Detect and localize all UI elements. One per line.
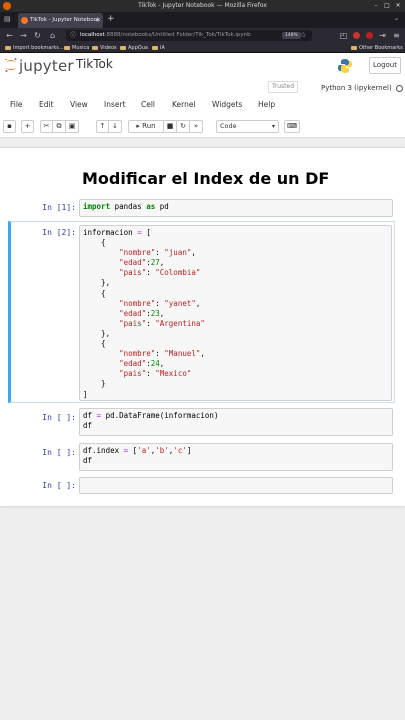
minimize-icon[interactable]: –: [372, 2, 380, 10]
firefox-icon: [3, 2, 11, 10]
extensions-icon[interactable]: ⇥: [377, 30, 388, 41]
os-titlebar: TikTok - Jupyter Notebook — Mozilla Fire…: [0, 0, 405, 12]
notebook-name[interactable]: TikTok: [76, 57, 113, 71]
browser-tabstrip: ▤ TikTok - Jupyter Notebook ✕ + ⌄: [0, 12, 405, 28]
code-input[interactable]: df.index = ['a','b','c'] df: [79, 443, 393, 471]
firefox-view-icon[interactable]: ▤: [4, 15, 11, 23]
bookmark-star-icon[interactable]: ☆: [300, 30, 306, 41]
menu-file[interactable]: File: [10, 100, 23, 109]
cut-icon[interactable]: ✂: [40, 120, 53, 133]
save-icon[interactable]: ▪: [3, 120, 16, 133]
code-cell[interactable]: In [ ]:: [8, 477, 395, 495]
reload-icon[interactable]: ↻: [32, 30, 43, 41]
url-bar[interactable]: ⓘ localhost:8888/notebooks/Untitled Fold…: [66, 30, 312, 41]
notebook-toolbar: ▪ + ✂ ⧉ ▣ ↑ ↓ ▸ Run ■ ↻ » Code ▾ ⌨: [0, 114, 405, 138]
cell-prompt: In [ ]:: [42, 413, 76, 422]
paste-icon[interactable]: ▣: [66, 120, 79, 133]
run-button[interactable]: ▸ Run: [128, 120, 164, 133]
bookmark-item[interactable]: IA: [152, 43, 165, 53]
window-title: TikTok - Jupyter Notebook — Mozilla Fire…: [138, 2, 267, 9]
cell-type-value: Code: [220, 122, 237, 130]
code-input[interactable]: informacion = [ { "nombre": "juan", "eda…: [79, 225, 392, 401]
move-up-icon[interactable]: ↑: [96, 120, 109, 133]
tab-list-icon[interactable]: ⌄: [394, 15, 399, 22]
chevron-down-icon: ▾: [271, 123, 275, 130]
code-cell[interactable]: In [ ]: df.index = ['a','b','c'] df: [8, 443, 395, 471]
kernel-indicator-icon: [396, 85, 403, 92]
zoom-level[interactable]: 148%: [282, 32, 301, 39]
code-line: import pandas as pd: [83, 202, 169, 211]
copy-icon[interactable]: ⧉: [53, 120, 66, 133]
url-path: :8888/notebooks/Untitled Folder/Tik_Tok/…: [104, 32, 251, 38]
bookmark-item[interactable]: Musica: [64, 43, 89, 53]
code-cell[interactable]: In [1]: import pandas as pd: [8, 199, 395, 219]
browser-tab-active[interactable]: TikTok - Jupyter Notebook ✕: [18, 13, 103, 28]
jupyter-wordmark[interactable]: jupyter: [19, 57, 74, 75]
close-window-icon[interactable]: ✕: [394, 2, 402, 10]
kernel-status-row: Trusted Python 3 (ipykernel): [0, 78, 405, 96]
interrupt-icon[interactable]: ■: [164, 120, 177, 133]
cell-prompt: In [ ]:: [42, 481, 76, 490]
menu-cell[interactable]: Cell: [141, 100, 155, 109]
insert-cell-below-icon[interactable]: +: [21, 120, 34, 133]
command-palette-icon[interactable]: ⌨: [284, 120, 300, 133]
app-menu-icon[interactable]: ≡: [391, 30, 402, 41]
code-input[interactable]: df = pd.DataFrame(informacion) df: [79, 408, 393, 436]
page-info-icon[interactable]: ⓘ: [70, 30, 76, 41]
bookmark-item[interactable]: AppQua: [120, 43, 148, 53]
tab-title: TikTok - Jupyter Notebook: [30, 17, 101, 23]
back-icon[interactable]: ←: [4, 30, 15, 41]
menubar: File Edit View Insert Cell Kernel Widget…: [0, 96, 405, 114]
bookmark-item[interactable]: Videos: [92, 43, 117, 53]
pocket-icon[interactable]: ◰: [338, 30, 349, 41]
extension-icon-2[interactable]: [366, 32, 373, 39]
browser-navbar: ← → ↻ ⌂ ⓘ localhost:8888/notebooks/Untit…: [0, 28, 405, 43]
jupyter-logo-icon[interactable]: [4, 57, 18, 73]
cell-type-select[interactable]: Code ▾: [216, 120, 279, 133]
code-cell-selected[interactable]: In [2]: informacion = [ { "nombre": "jua…: [8, 221, 395, 403]
menu-kernel[interactable]: Kernel: [172, 100, 196, 109]
menu-view[interactable]: View: [70, 100, 88, 109]
cell-prompt: In [2]:: [42, 228, 76, 237]
code-input[interactable]: [79, 477, 393, 494]
menu-edit[interactable]: Edit: [39, 100, 54, 109]
kernel-name[interactable]: Python 3 (ipykernel): [321, 84, 392, 92]
cell-prompt: In [1]:: [42, 203, 76, 212]
logout-button[interactable]: Logout: [369, 57, 401, 74]
cell-prompt: In [ ]:: [42, 448, 76, 457]
home-icon[interactable]: ⌂: [47, 30, 58, 41]
new-tab-icon[interactable]: +: [107, 12, 115, 26]
other-bookmarks[interactable]: Other Bookmarks: [351, 43, 403, 53]
code-cell[interactable]: In [ ]: df = pd.DataFrame(informacion) df: [8, 408, 395, 436]
bookmark-item[interactable]: Import bookmarks...: [5, 43, 64, 53]
menu-help[interactable]: Help: [258, 100, 275, 109]
trusted-badge[interactable]: Trusted: [268, 81, 299, 93]
menu-widgets[interactable]: Widgets: [212, 100, 242, 109]
forward-icon[interactable]: →: [18, 30, 29, 41]
menu-insert[interactable]: Insert: [104, 100, 126, 109]
restart-run-all-icon[interactable]: »: [190, 120, 203, 133]
jupyter-favicon-icon: [21, 17, 28, 24]
close-tab-icon[interactable]: ✕: [95, 13, 100, 28]
code-input[interactable]: import pandas as pd: [79, 199, 393, 217]
bookmarks-bar: Import bookmarks... Musica Videos AppQua…: [0, 43, 405, 53]
restart-icon[interactable]: ↻: [177, 120, 190, 133]
jupyter-header: jupyter TikTok Logout: [0, 53, 405, 78]
maximize-icon[interactable]: □: [383, 2, 391, 10]
python-logo-icon: [338, 59, 352, 73]
url-host: localhost: [80, 32, 105, 38]
move-down-icon[interactable]: ↓: [109, 120, 122, 133]
markdown-heading[interactable]: Modificar el Index de un DF: [82, 169, 329, 188]
extension-icon[interactable]: [353, 32, 360, 39]
